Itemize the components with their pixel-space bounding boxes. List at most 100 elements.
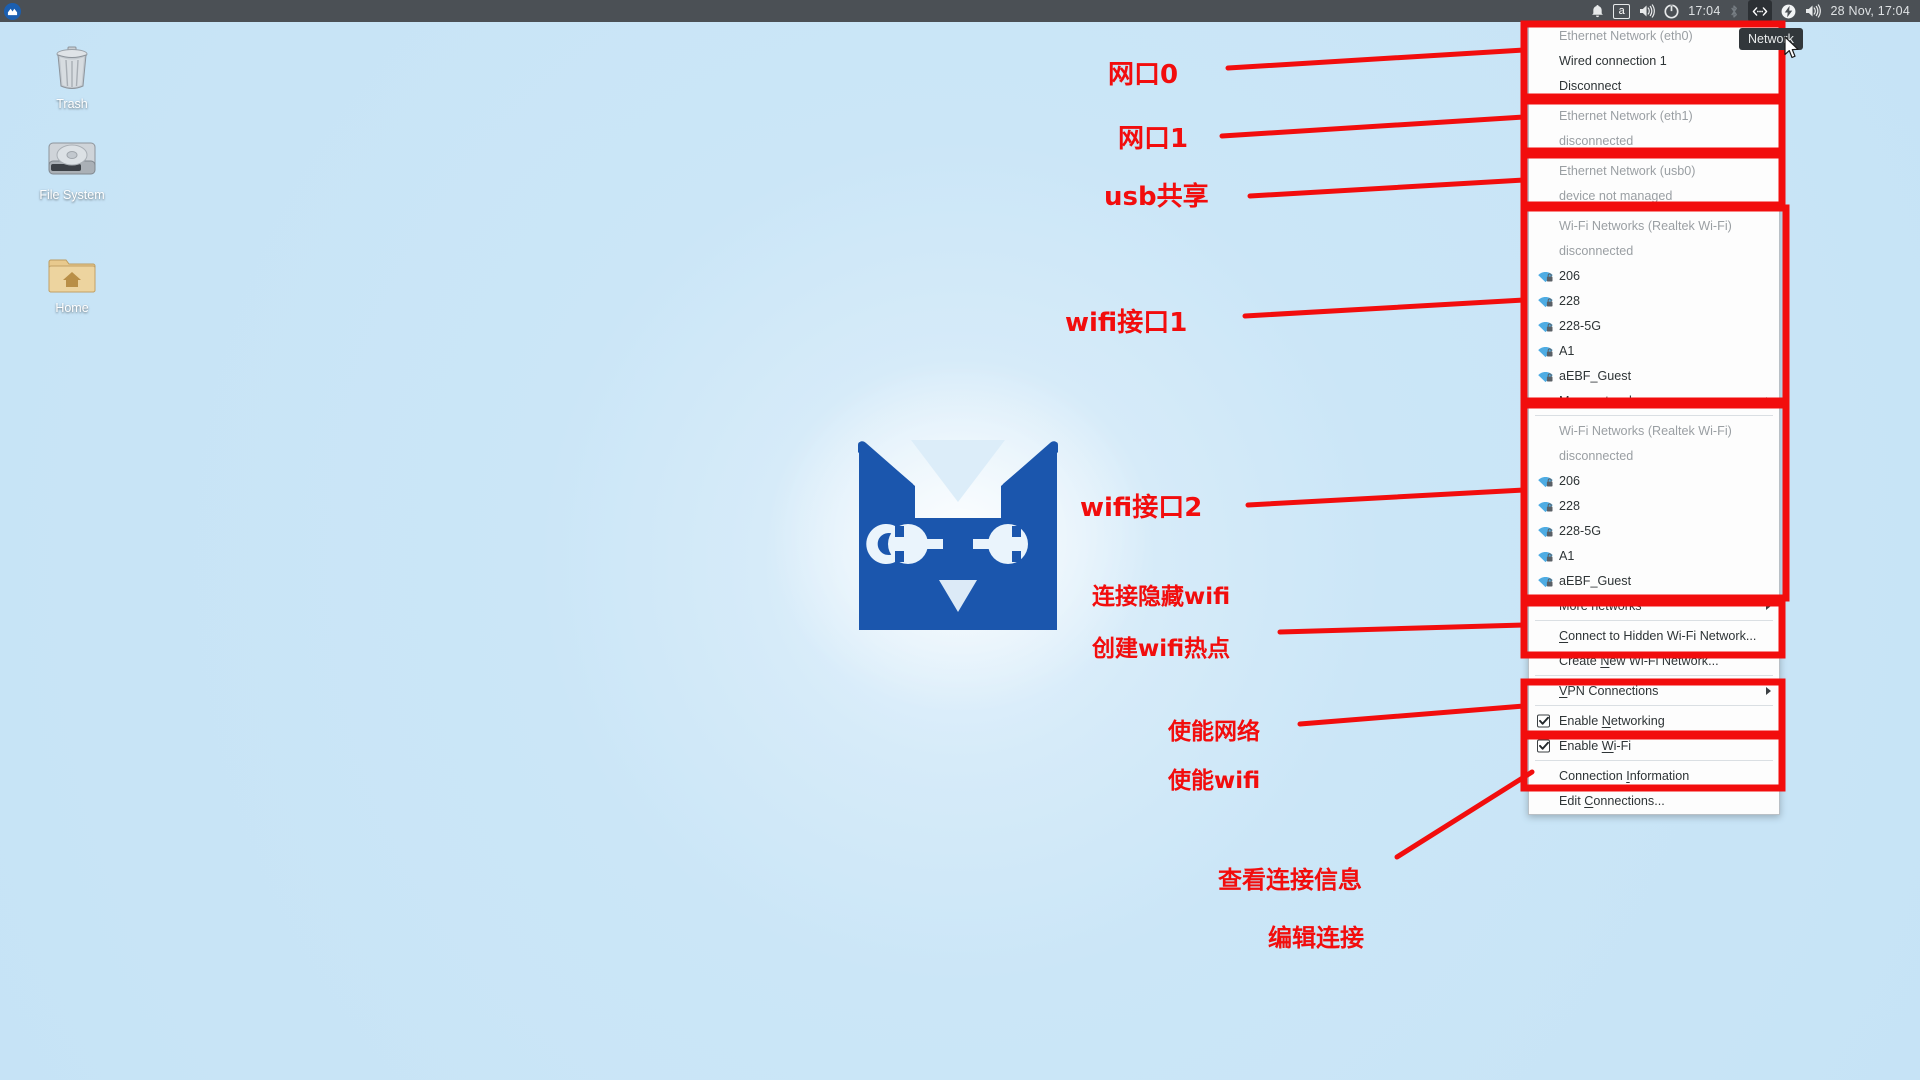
menu-item-usb0-1: device not managed: [1529, 183, 1779, 208]
menu-item-label: Connect to Hidden Wi-Fi Network...: [1559, 628, 1757, 643]
menu-item-vpn-0[interactable]: VPN Connections: [1529, 678, 1779, 703]
menu-item-wifi1-2[interactable]: 206: [1529, 263, 1779, 288]
menu-item-wifi2-4[interactable]: 228-5G: [1529, 518, 1779, 543]
menu-item-label: aEBF_Guest: [1559, 573, 1632, 588]
desktop-icon-label: Home: [55, 301, 89, 315]
menu-item-label: Ethernet Network (eth1): [1559, 108, 1693, 123]
pulseaudio-icon[interactable]: [1805, 0, 1822, 22]
annotation-label-7: 使能网络: [1168, 719, 1260, 745]
desktop-icon-file-system[interactable]: File System: [26, 137, 118, 202]
keyboard-layout-indicator[interactable]: a: [1613, 3, 1631, 19]
menu-item-wifi1-3[interactable]: 228: [1529, 288, 1779, 313]
menu-item-info-0[interactable]: Connection Information: [1529, 763, 1779, 788]
menu-item-label: Wi-Fi Networks (Realtek Wi-Fi): [1559, 423, 1732, 438]
harddisk-icon: [48, 142, 96, 175]
annotation-label-3: wifi接口1: [1065, 308, 1188, 338]
chevron-right-icon: [1766, 396, 1771, 405]
menu-item-wifi2-7[interactable]: More networks: [1529, 593, 1779, 618]
menu-item-label: 206: [1559, 268, 1581, 283]
menu-item-wifi-actions-0[interactable]: Connect to Hidden Wi-Fi Network...: [1529, 623, 1779, 648]
chevron-right-icon: [1766, 686, 1771, 695]
wifi-signal-icon: [1537, 369, 1554, 383]
menu-item-label: VPN Connections: [1559, 683, 1659, 698]
network-manager-menu: Ethernet Network (eth0) Wired connection …: [1528, 22, 1780, 815]
menu-item-toggles-0[interactable]: Enable Networking: [1529, 708, 1779, 733]
menu-item-wifi1-5[interactable]: A1: [1529, 338, 1779, 363]
annotation-label-6: 创建wifi热点: [1092, 636, 1231, 662]
menu-item-wifi1-1: disconnected: [1529, 238, 1779, 263]
desktop-icon-home[interactable]: Home: [26, 252, 118, 315]
checkbox-toggles-0[interactable]: [1537, 714, 1550, 727]
menu-item-label: 228-5G: [1559, 318, 1602, 333]
menu-item-eth0-2[interactable]: Disconnect: [1529, 73, 1779, 98]
menu-separator: [1535, 705, 1773, 706]
menu-item-eth1-0: Ethernet Network (eth1): [1529, 103, 1779, 128]
wifi-signal-icon: [1537, 319, 1554, 333]
checkbox-toggles-1[interactable]: [1537, 739, 1550, 752]
distro-cat-logo: [853, 440, 1063, 630]
menu-item-label: Create New Wi-Fi Network...: [1559, 653, 1719, 668]
annotation-label-1: 网口1: [1118, 124, 1189, 154]
menu-item-wifi2-6[interactable]: aEBF_Guest: [1529, 568, 1779, 593]
menu-item-label: More networks: [1559, 393, 1642, 408]
wifi-signal-icon: [1537, 499, 1554, 513]
network-icon[interactable]: [1748, 0, 1773, 22]
menu-item-label: More networks: [1559, 598, 1642, 613]
menu-item-wifi1-0: Wi-Fi Networks (Realtek Wi-Fi): [1529, 213, 1779, 238]
menu-item-info-1[interactable]: Edit Connections...: [1529, 788, 1779, 813]
annotation-label-2: usb共享: [1104, 182, 1209, 212]
menu-item-label: Disconnect: [1559, 78, 1622, 93]
panel-left-area: [0, 2, 21, 20]
menu-item-wifi1-7[interactable]: More networks: [1529, 388, 1779, 413]
menu-item-wifi2-5[interactable]: A1: [1529, 543, 1779, 568]
menu-item-label: disconnected: [1559, 133, 1634, 148]
wifi-signal-icon: [1537, 344, 1554, 358]
menu-separator: [1535, 210, 1773, 211]
battery-icon[interactable]: [1781, 0, 1796, 22]
menu-item-label: 206: [1559, 473, 1581, 488]
menu-item-label: Edit Connections...: [1559, 793, 1665, 808]
menu-item-label: 228-5G: [1559, 523, 1602, 538]
notification-bell-icon[interactable]: [1591, 0, 1604, 22]
desktop-icon-trash[interactable]: Trash: [26, 44, 118, 111]
power-manager-icon[interactable]: [1664, 0, 1679, 22]
system-tray: a 17:04 28 Nov, 17:04: [1591, 0, 1920, 22]
annotation-label-0: 网口0: [1108, 60, 1179, 90]
top-panel: a 17:04 28 Nov, 17:04: [0, 0, 1920, 22]
bluetooth-icon[interactable]: [1729, 0, 1739, 22]
panel-clock-short[interactable]: 17:04: [1688, 0, 1720, 22]
panel-clock-full[interactable]: 28 Nov, 17:04: [1830, 0, 1910, 22]
menu-item-label: Enable Networking: [1559, 713, 1665, 728]
menu-item-eth1-1: disconnected: [1529, 128, 1779, 153]
menu-item-label: device not managed: [1559, 188, 1673, 203]
menu-item-label: disconnected: [1559, 243, 1634, 258]
wifi-signal-icon: [1537, 549, 1554, 563]
menu-separator: [1535, 760, 1773, 761]
menu-item-wifi2-2[interactable]: 206: [1529, 468, 1779, 493]
menu-item-label: aEBF_Guest: [1559, 368, 1632, 383]
menu-separator: [1535, 155, 1773, 156]
menu-item-label: Ethernet Network (usb0): [1559, 163, 1696, 178]
whisker-menu-icon[interactable]: [4, 2, 21, 20]
menu-separator: [1535, 675, 1773, 676]
menu-item-wifi1-4[interactable]: 228-5G: [1529, 313, 1779, 338]
menu-item-toggles-1[interactable]: Enable Wi-Fi: [1529, 733, 1779, 758]
menu-item-usb0-0: Ethernet Network (usb0): [1529, 158, 1779, 183]
menu-item-wifi-actions-1[interactable]: Create New Wi-Fi Network...: [1529, 648, 1779, 673]
menu-item-label: A1: [1559, 548, 1575, 563]
menu-item-wifi2-3[interactable]: 228: [1529, 493, 1779, 518]
chevron-right-icon: [1766, 601, 1771, 610]
desktop-icon-label: File System: [39, 188, 105, 202]
menu-item-wifi1-6[interactable]: aEBF_Guest: [1529, 363, 1779, 388]
wifi-signal-icon: [1537, 474, 1554, 488]
menu-separator: [1535, 620, 1773, 621]
home-folder-icon: [48, 259, 96, 293]
annotation-label-10: 编辑连接: [1268, 924, 1364, 952]
menu-item-label: Wi-Fi Networks (Realtek Wi-Fi): [1559, 218, 1732, 233]
annotation-label-8: 使能wifi: [1168, 768, 1261, 794]
volume-icon[interactable]: [1639, 0, 1656, 22]
menu-item-eth0-1[interactable]: Wired connection 1: [1529, 48, 1779, 73]
menu-item-label: 228: [1559, 293, 1581, 308]
menu-item-label: disconnected: [1559, 448, 1634, 463]
annotation-label-5: 连接隐藏wifi: [1092, 584, 1231, 610]
